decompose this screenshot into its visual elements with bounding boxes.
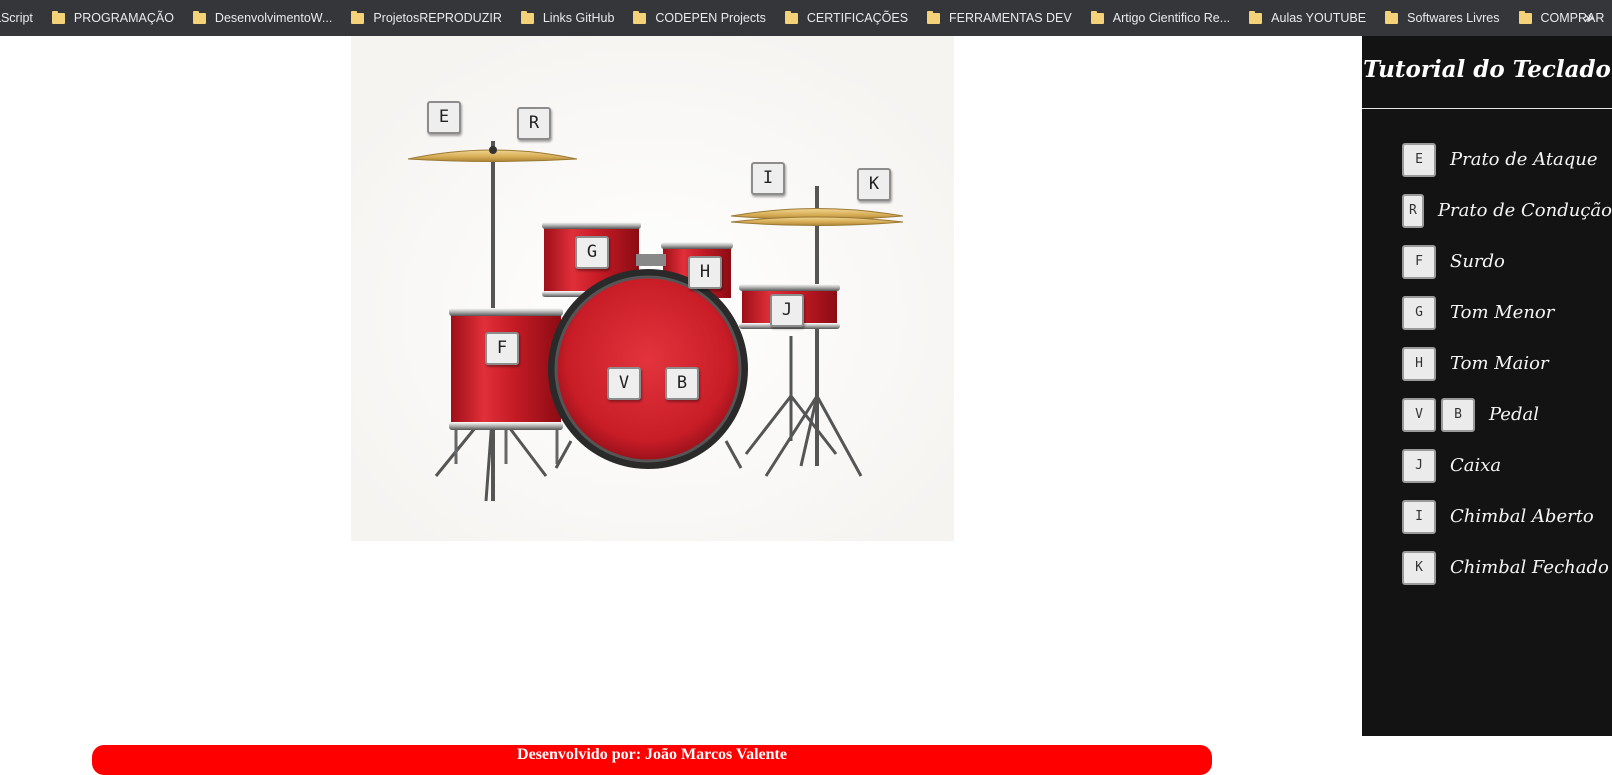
bookmark-item[interactable]: FERRAMENTAS DEV [927, 10, 1072, 25]
bookmark-item[interactable]: CERTIFICAÇÕES [784, 10, 909, 25]
bookmark-item[interactable]: Links GitHub [520, 10, 615, 25]
bookmark-label: CERTIFICAÇÕES [806, 11, 909, 25]
tutorial-item: I Chimbal Aberto [1362, 491, 1612, 542]
key-e-crash[interactable]: E [427, 101, 461, 134]
bookmark-label: aScript [0, 11, 33, 25]
tutorial-label: Tom Menor [1450, 302, 1555, 323]
drum-kit: E R I K G H F J V B [351, 36, 954, 541]
bookmark-item[interactable]: ProjetosREPRODUZIR [351, 10, 502, 25]
folder-icon [351, 10, 365, 24]
bookmark-label: PROGRAMAÇÃO [73, 11, 174, 25]
key-j-snare[interactable]: J [770, 294, 804, 327]
bookmark-item[interactable]: aScript [0, 11, 33, 25]
bookmarks-bar: aScript PROGRAMAÇÃO DesenvolvimentoW... … [0, 0, 1612, 36]
tutorial-item: H Tom Maior [1362, 338, 1612, 389]
tutorial-label: Tom Maior [1450, 353, 1549, 374]
folder-icon [51, 10, 65, 24]
tutorial-item: V B Pedal [1362, 389, 1612, 440]
key-badge[interactable]: G [1402, 295, 1436, 330]
bookmark-item[interactable]: CODEPEN Projects [633, 10, 766, 25]
folder-icon [1090, 10, 1104, 24]
bookmark-label: DesenvolvimentoW... [214, 11, 333, 25]
tutorial-item: G Tom Menor [1362, 287, 1612, 338]
sidebar-title: Tutorial do Teclado [1362, 36, 1612, 109]
tutorial-item: K Chimbal Fechado [1362, 542, 1612, 593]
bookmark-label: ProjetosREPRODUZIR [373, 11, 502, 25]
tutorial-item: R Prato de Condução [1362, 185, 1612, 236]
folder-icon [927, 10, 941, 24]
key-k-hihat-closed[interactable]: K [857, 168, 891, 201]
key-badge[interactable]: K [1402, 550, 1436, 585]
bookmark-label: FERRAMENTAS DEV [949, 11, 1072, 25]
key-h-large-tom[interactable]: H [688, 256, 722, 289]
key-badge[interactable]: H [1402, 346, 1436, 381]
key-v-pedal[interactable]: V [607, 367, 641, 400]
folder-icon [1518, 10, 1532, 24]
key-g-small-tom[interactable]: G [575, 236, 609, 269]
keyboard-tutorial-sidebar: Tutorial do Teclado E Prato de Ataque R … [1362, 36, 1612, 736]
bookmark-label: Links GitHub [542, 11, 615, 25]
key-f-floor-tom[interactable]: F [485, 332, 519, 365]
key-badge[interactable]: B [1441, 397, 1475, 432]
bookmark-item[interactable]: Softwares Livres [1385, 10, 1500, 25]
bookmark-label: Aulas YOUTUBE [1271, 11, 1367, 25]
bookmark-item[interactable]: Aulas YOUTUBE [1249, 10, 1367, 25]
folder-icon [192, 10, 206, 24]
tutorial-item: E Prato de Ataque [1362, 134, 1612, 185]
folder-icon [1249, 10, 1263, 24]
folder-icon [633, 10, 647, 24]
tutorial-item: J Caixa [1362, 440, 1612, 491]
key-badge[interactable]: E [1402, 142, 1436, 177]
tutorial-label: Caixa [1450, 455, 1502, 476]
bookmark-label: Softwares Livres [1407, 11, 1500, 25]
folder-icon [520, 10, 534, 24]
footer-credit: Desenvolvido por: João Marcos Valente [92, 745, 1212, 775]
tutorial-label: Prato de Ataque [1450, 149, 1598, 170]
folder-icon [784, 10, 798, 24]
bookmark-item[interactable]: DesenvolvimentoW... [192, 10, 333, 25]
key-r-ride[interactable]: R [517, 107, 551, 140]
tutorial-label: Chimbal Aberto [1450, 506, 1594, 527]
bookmark-item[interactable]: Artigo Cientifico Re... [1090, 10, 1231, 25]
bookmark-label: CODEPEN Projects [655, 11, 766, 25]
bookmark-label: COMPRAR [1540, 11, 1605, 25]
tutorial-label: Surdo [1450, 251, 1505, 272]
key-i-hihat-open[interactable]: I [751, 162, 785, 195]
key-b-pedal[interactable]: B [665, 367, 699, 400]
key-badge[interactable]: I [1402, 499, 1436, 534]
tutorial-item: F Surdo [1362, 236, 1612, 287]
more-bookmarks-button[interactable]: » [1584, 8, 1594, 28]
tutorial-label: Chimbal Fechado [1450, 557, 1609, 578]
key-badge[interactable]: F [1402, 244, 1436, 279]
tutorial-label: Prato de Condução [1437, 200, 1612, 221]
tutorial-list: E Prato de Ataque R Prato de Condução F … [1362, 109, 1612, 593]
key-badge[interactable]: V [1402, 397, 1436, 432]
bookmark-item[interactable]: PROGRAMAÇÃO [51, 10, 174, 25]
key-badge[interactable]: R [1402, 193, 1424, 228]
tutorial-label: Pedal [1489, 404, 1539, 425]
bookmark-label: Artigo Cientifico Re... [1112, 11, 1231, 25]
folder-icon [1385, 10, 1399, 24]
key-badge[interactable]: J [1402, 448, 1436, 483]
